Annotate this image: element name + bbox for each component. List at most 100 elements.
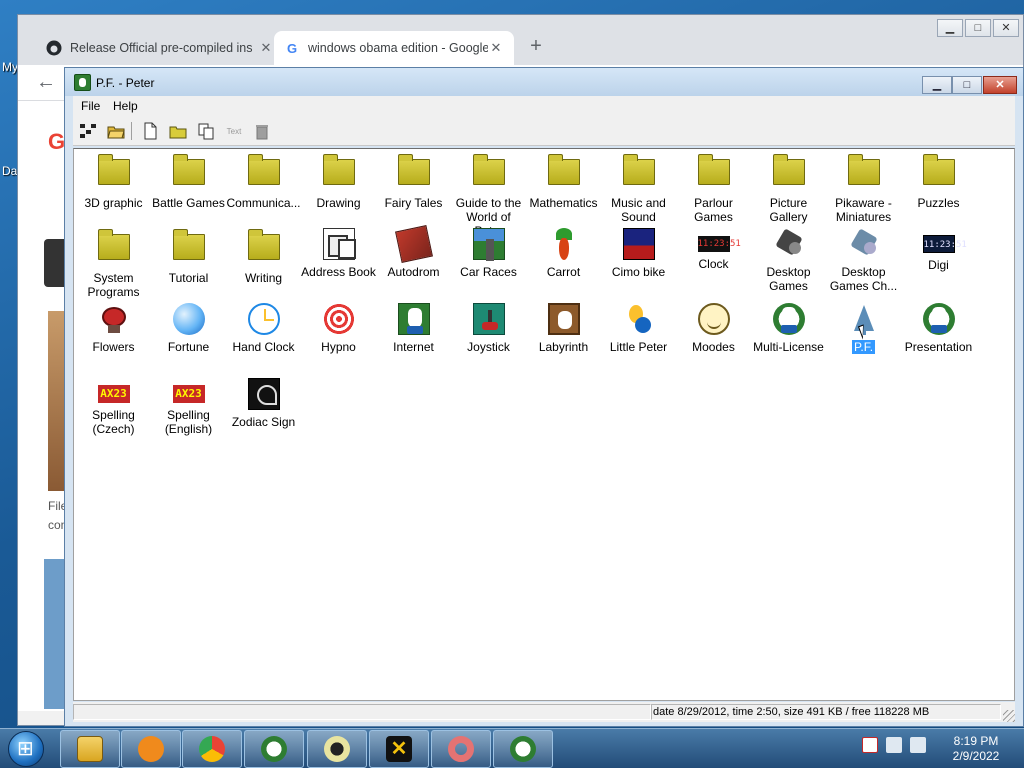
icon-item-clock[interactable]: 11:23:51 Clock — [676, 228, 751, 271]
folder-shape — [397, 154, 430, 185]
new-file-icon[interactable] — [141, 122, 159, 140]
icon-item-fortune[interactable]: Fortune — [151, 303, 226, 354]
icon-item-folder[interactable]: System Programs — [76, 228, 151, 299]
icon-item-desktop-games-ch[interactable]: Desktop Games Ch... — [826, 228, 901, 293]
icon-label: Autodrom — [387, 265, 440, 279]
new-tab-button[interactable]: + — [524, 35, 548, 58]
folder-icon — [772, 154, 805, 191]
desktop-icon-label[interactable]: My — [2, 60, 18, 74]
icon-item-carrot[interactable]: Carrot — [526, 228, 601, 279]
icon-item-folder[interactable]: Tutorial — [151, 228, 226, 285]
back-arrow-icon[interactable]: ← — [36, 71, 56, 94]
start-button[interactable] — [8, 731, 44, 767]
taskbar-chrome-button[interactable] — [182, 730, 242, 768]
copy-icon[interactable] — [197, 122, 215, 140]
icon-item-cimo-bike[interactable]: Cimo bike — [601, 228, 676, 279]
menu-file[interactable]: File — [81, 99, 100, 113]
moodes-icon — [697, 303, 730, 335]
icon-item-digi[interactable]: 11:23:51 Digi — [901, 228, 976, 272]
rename-text-icon[interactable]: Text — [225, 122, 243, 140]
icon-item-folder[interactable]: Pikaware - Miniatures — [826, 153, 901, 224]
taskbar-rabbit-app-2-button[interactable] — [493, 730, 553, 768]
labyrinth-icon — [547, 303, 580, 335]
icon-item-folder[interactable]: Picture Gallery — [751, 153, 826, 224]
maximize-button[interactable]: □ — [952, 76, 982, 94]
icon-item-folder[interactable]: Drawing — [301, 153, 376, 210]
chrome-tab-google[interactable]: G windows obama edition - Google ✕ — [274, 31, 514, 65]
icon-item-folder[interactable]: Mathematics — [526, 153, 601, 210]
icon-item-autodrom[interactable]: Autodrom — [376, 225, 451, 279]
tree-view-icon[interactable] — [79, 122, 97, 140]
icon-item-flowers[interactable]: Flowers — [76, 303, 151, 354]
icon-label: Multi-License — [753, 340, 824, 354]
icon-item-folder[interactable]: Puzzles — [901, 153, 976, 210]
close-icon[interactable]: ✕ — [258, 40, 274, 56]
icon-item-car-races[interactable]: Car Races — [451, 228, 526, 279]
icon-label: Communica... — [226, 196, 301, 210]
rename-text-label: Text — [226, 126, 242, 136]
taskbar-explorer-button[interactable] — [60, 730, 120, 768]
menu-help[interactable]: Help — [113, 99, 138, 113]
icon-item-folder[interactable]: Battle Games — [151, 153, 226, 210]
title-bar[interactable]: P.F. - Peter ▁ □ ✕ — [65, 68, 1023, 96]
minimize-button[interactable]: ▁ — [922, 76, 952, 94]
status-bar: date 8/29/2012, time 2:50, size 491 KB /… — [73, 702, 1015, 722]
icon-label: Cimo bike — [611, 265, 666, 279]
new-folder-icon[interactable] — [169, 122, 187, 140]
close-button[interactable]: ✕ — [993, 19, 1019, 37]
x-app-icon: ✕ — [386, 736, 412, 762]
icon-item-presentation[interactable]: Presentation — [901, 303, 976, 354]
taskbar-rabbit-app-button[interactable] — [244, 730, 304, 768]
horizontal-scrollbar[interactable] — [18, 711, 68, 725]
zodiac-icon — [247, 378, 280, 410]
action-center-icon[interactable] — [862, 737, 878, 753]
icon-item-hypno[interactable]: Hypno — [301, 303, 376, 354]
icon-item-zodiac[interactable]: Zodiac Sign — [226, 378, 301, 429]
system-clock[interactable]: 8:19 PM 2/9/2022 — [936, 734, 1016, 764]
icon-item-multi-license[interactable]: Multi-License — [751, 303, 826, 354]
maximize-button[interactable]: □ — [965, 19, 991, 37]
icon-item-folder[interactable]: Writing — [226, 228, 301, 285]
icon-item-little-peter[interactable]: Little Peter — [601, 303, 676, 354]
icon-item-hand-clock[interactable]: Hand Clock — [226, 303, 301, 354]
icon-label: Music and Sound — [611, 196, 666, 224]
icon-item-moodes[interactable]: Moodes — [676, 303, 751, 354]
icon-item-spelling[interactable]: AX23 Spelling (English) — [151, 378, 226, 436]
folder-shape — [547, 154, 580, 185]
icon-item-folder[interactable]: Parlour Games — [676, 153, 751, 224]
icon-item-joystick[interactable]: Joystick — [451, 303, 526, 354]
icon-item-labyrinth[interactable]: Labyrinth — [526, 303, 601, 354]
icon-label: Carrot — [546, 265, 581, 279]
resize-grip-icon[interactable] — [1003, 710, 1015, 722]
taskbar-media-player-button[interactable] — [121, 730, 181, 768]
close-icon[interactable]: ✕ — [488, 40, 504, 56]
icon-item-folder[interactable]: Fairy Tales — [376, 153, 451, 210]
icon-label: Pikaware - Miniatures — [835, 196, 892, 224]
taskbar-x-app-button[interactable]: ✕ — [369, 730, 429, 768]
volume-icon[interactable] — [910, 737, 926, 753]
icon-item-folder[interactable]: 3D graphic — [76, 153, 151, 210]
open-folder-icon[interactable] — [107, 122, 125, 140]
icon-item-spelling[interactable]: AX23 Spelling (Czech) — [76, 378, 151, 436]
icon-item-folder[interactable]: Music and Sound — [601, 153, 676, 224]
icon-item-internet[interactable]: Internet — [376, 303, 451, 354]
icon-label: Little Peter — [609, 340, 668, 354]
folder-icon — [847, 154, 880, 191]
icon-item-folder[interactable]: Guide to the World of Pet... — [451, 153, 526, 238]
icon-item-folder[interactable]: Communica... — [226, 153, 301, 210]
window-title: P.F. - Peter — [96, 76, 155, 90]
close-button[interactable]: ✕ — [983, 76, 1017, 94]
folder-icon — [247, 229, 280, 266]
taskbar-alien-app-button[interactable] — [307, 730, 367, 768]
taskbar-donut-app-button[interactable] — [431, 730, 491, 768]
folder-shape — [247, 229, 280, 260]
network-icon[interactable] — [886, 737, 902, 753]
icon-item-desktop-games[interactable]: Desktop Games — [751, 228, 826, 293]
menu-file-label: File — [81, 99, 101, 113]
chrome-tab-github[interactable]: Release Official pre-compiled ins ✕ — [36, 31, 284, 65]
desktop-icon-label[interactable]: Da — [2, 164, 17, 178]
folder-shape — [172, 154, 205, 185]
icon-item-address-book[interactable]: Address Book — [301, 228, 376, 279]
delete-trash-icon[interactable] — [253, 122, 271, 140]
minimize-button[interactable]: ▁ — [937, 19, 963, 37]
